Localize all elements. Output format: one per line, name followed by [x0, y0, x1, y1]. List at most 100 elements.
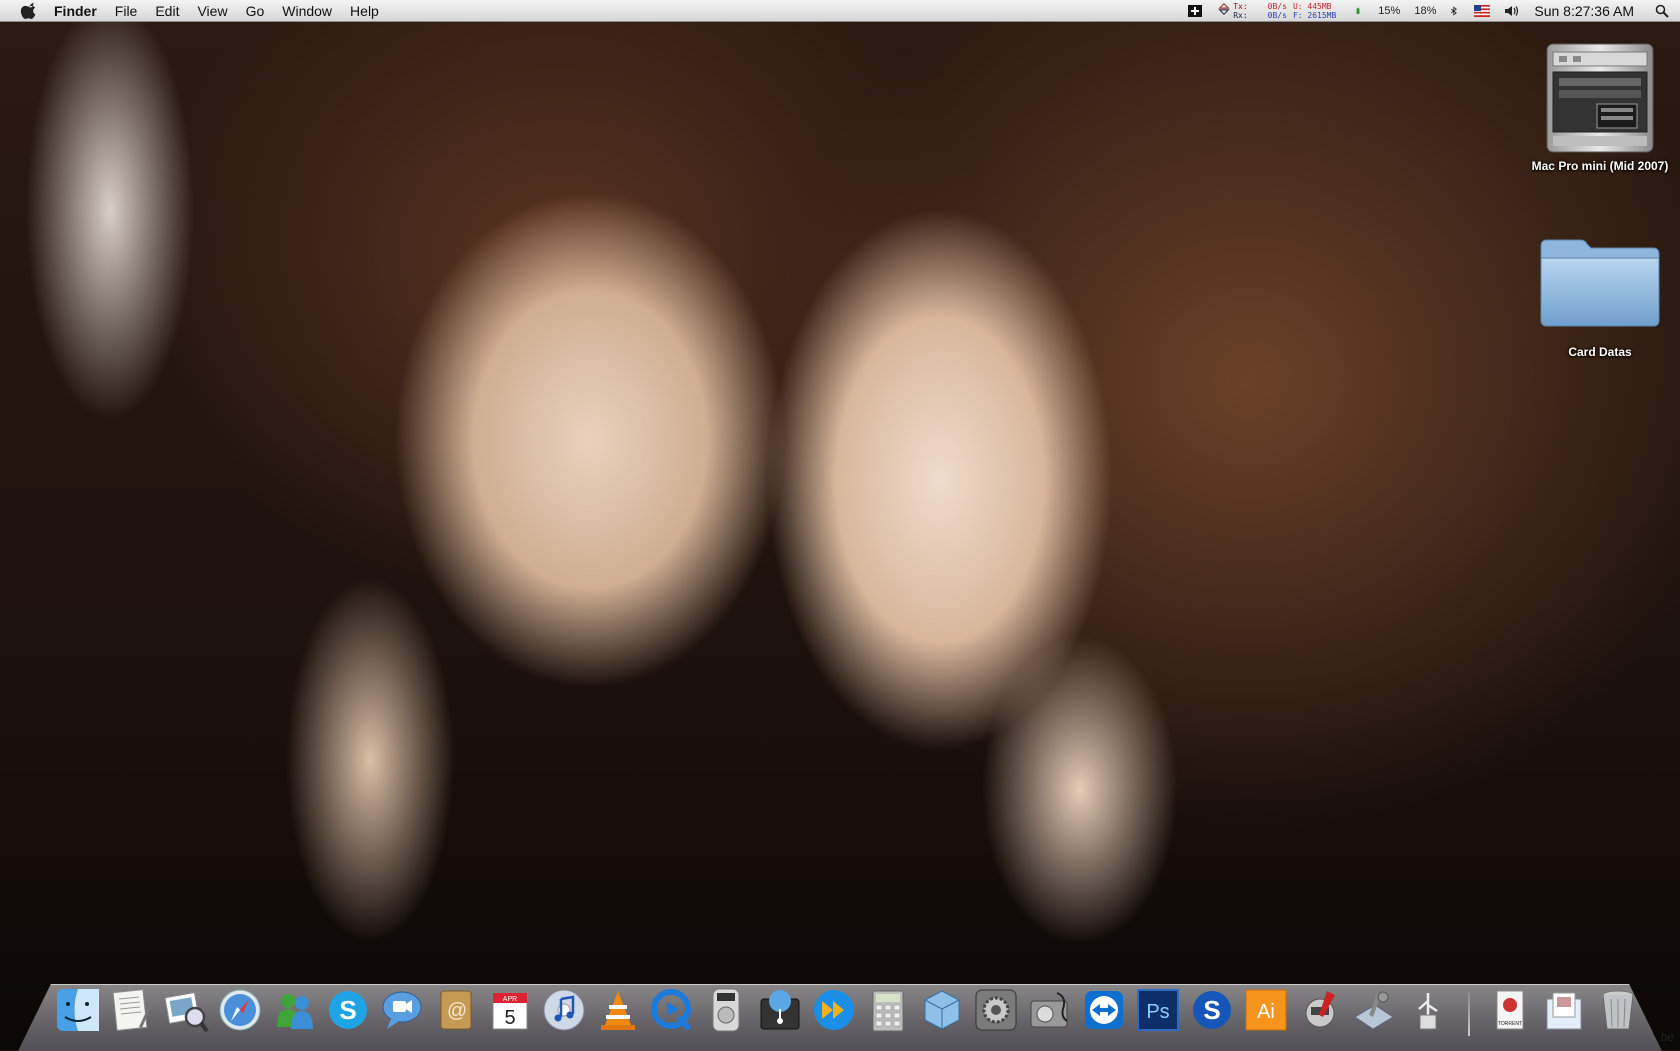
torrent-icon: TORRENT: [1496, 990, 1524, 1030]
desktop-item-card-datas[interactable]: Card Datas: [1530, 232, 1670, 359]
dvd-player-icon: [712, 988, 740, 1032]
time-machine-icon: [760, 990, 800, 1030]
rx-label: Rx:: [1233, 10, 1248, 20]
documents-icon: [1546, 992, 1582, 1030]
network-icon: [1218, 2, 1230, 15]
dock-virtual-box[interactable]: [916, 984, 968, 1036]
dock-disk-utility[interactable]: [1024, 984, 1076, 1036]
quicktime-icon: [651, 989, 692, 1031]
dock-automator[interactable]: [1294, 984, 1346, 1036]
desktop-item-label: Card Datas: [1568, 345, 1632, 359]
torrent-label: TORRENT: [1498, 1021, 1522, 1027]
dock-photoshop[interactable]: Ps: [1132, 984, 1184, 1036]
cpu-usage-1[interactable]: 15%: [1378, 5, 1400, 17]
dock-usb[interactable]: [1402, 984, 1454, 1036]
virtual-box-icon: [924, 990, 960, 1030]
dock-ical[interactable]: APR 5: [484, 984, 536, 1036]
memory-free: F: 2615MB: [1292, 10, 1337, 20]
desktop-item-mac-pro[interactable]: Mac Pro mini (Mid 2007): [1530, 38, 1670, 173]
svg-text:@: @: [447, 1000, 467, 1022]
dock-ichat[interactable]: [376, 984, 428, 1036]
dock-address-book[interactable]: @: [430, 984, 482, 1036]
dock-itunes[interactable]: [538, 984, 590, 1036]
address-book-icon: @: [440, 990, 472, 1030]
calculator-icon: [872, 990, 904, 1032]
tx-label: Tx:: [1233, 1, 1248, 11]
illustrator-label: Ai: [1257, 1001, 1275, 1023]
dock-xcode[interactable]: [1348, 984, 1400, 1036]
dock-finder[interactable]: [52, 984, 104, 1036]
shazam-icon: S: [1193, 991, 1231, 1029]
preview-icon: [164, 992, 209, 1033]
menu-window[interactable]: Window: [282, 3, 332, 19]
dock-skype[interactable]: S: [322, 984, 374, 1036]
dock-illustrator[interactable]: Ai: [1240, 984, 1292, 1036]
desktop-item-label: Mac Pro mini (Mid 2007): [1531, 159, 1669, 173]
menu-help[interactable]: Help: [350, 3, 379, 19]
ical-month: APR: [503, 996, 517, 1003]
dock-shazam[interactable]: S: [1186, 984, 1238, 1036]
dock-calculator[interactable]: [862, 984, 914, 1036]
menu-view[interactable]: View: [197, 3, 227, 19]
us-flag-icon[interactable]: [1474, 4, 1491, 17]
fast-forward-icon: [814, 990, 854, 1030]
menu-file[interactable]: File: [115, 3, 138, 19]
folder-icon: [1540, 239, 1660, 327]
dock: S @ APR 5 Ps S Ai TORRENT: [52, 980, 1644, 1036]
ical-date: 5: [504, 1007, 515, 1029]
menubar-clock[interactable]: Sun 8:27:36 AM: [1534, 3, 1634, 19]
skype-icon: S: [329, 991, 367, 1029]
memory-used: U: 445MB: [1292, 1, 1332, 11]
menu-go[interactable]: Go: [246, 3, 265, 19]
messenger-icon: [277, 994, 313, 1029]
spotlight-icon[interactable]: [1654, 4, 1670, 18]
system-preferences-icon: [975, 989, 1017, 1031]
photoshop-icon: Ps: [1137, 989, 1179, 1031]
photoshop-label: Ps: [1146, 1001, 1169, 1023]
istat-icon[interactable]: [1187, 4, 1203, 18]
volume-icon[interactable]: [1504, 4, 1520, 18]
dock-dvd-player[interactable]: [700, 984, 752, 1036]
svg-text:S: S: [339, 995, 356, 1025]
dock-time-machine[interactable]: [754, 984, 806, 1036]
menu-edit[interactable]: Edit: [155, 3, 179, 19]
desktop-wallpaper: [0, 0, 1680, 1050]
trash-icon: [1602, 990, 1634, 1030]
automator-icon: [1305, 991, 1335, 1028]
dock-safari[interactable]: [214, 984, 266, 1036]
dock-vlc[interactable]: [592, 984, 644, 1036]
bluetooth-icon[interactable]: [1450, 4, 1460, 18]
network-memory-stats[interactable]: Tx: Rx: 0B/s 0B/s U: 445MB F: 2615MB: [1217, 2, 1342, 20]
dock-teamviewer[interactable]: [1078, 984, 1130, 1036]
battery-icon[interactable]: [1356, 4, 1364, 18]
dock-documents[interactable]: [1538, 984, 1590, 1036]
corner-mark: be: [1660, 1030, 1674, 1044]
finder-icon: [57, 989, 99, 1031]
dock-quicktime[interactable]: [646, 984, 698, 1036]
menu-bar: Finder File Edit View Go Window Help Tx:…: [0, 0, 1680, 22]
svg-text:S: S: [1203, 995, 1220, 1025]
rx-rate: 0B/s: [1267, 10, 1287, 20]
vlc-icon: [601, 991, 635, 1030]
menu-finder[interactable]: Finder: [54, 3, 97, 19]
dock-torrent[interactable]: TORRENT: [1484, 984, 1536, 1036]
itunes-icon: [543, 989, 585, 1031]
dock-preview[interactable]: [160, 984, 212, 1036]
mac-pro-icon: [1546, 43, 1654, 153]
tx-rate: 0B/s: [1267, 1, 1287, 11]
textedit-icon: [112, 988, 153, 1032]
dock-trash[interactable]: [1592, 984, 1644, 1036]
xcode-icon: [1354, 991, 1394, 1030]
ichat-icon: [382, 991, 422, 1029]
dock-messenger[interactable]: [268, 984, 320, 1036]
dock-system-preferences[interactable]: [970, 984, 1022, 1036]
illustrator-icon: Ai: [1245, 989, 1287, 1031]
safari-icon: [219, 989, 261, 1031]
usb-icon: [1418, 993, 1438, 1030]
cpu-usage-2[interactable]: 18%: [1414, 5, 1436, 17]
dock-fast-forward[interactable]: [808, 984, 860, 1036]
dock-textedit[interactable]: [106, 984, 158, 1036]
apple-menu-icon[interactable]: [18, 2, 40, 19]
disk-utility-icon: [1030, 992, 1068, 1028]
dock-separator: [1468, 992, 1470, 1036]
